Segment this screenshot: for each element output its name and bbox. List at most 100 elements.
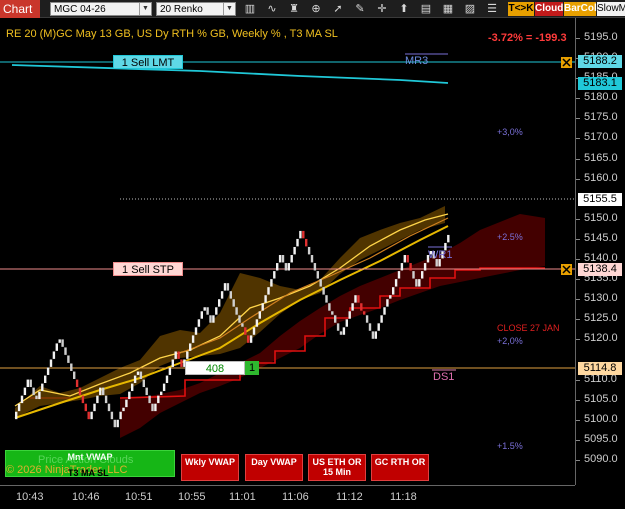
renko-brick <box>15 411 18 420</box>
renko-brick <box>316 271 319 279</box>
pin-icon[interactable]: ⬆ <box>397 2 411 16</box>
sell-stop-order-label[interactable]: 1 Sell STP <box>113 262 183 276</box>
chart-toolbar: Chart MGC 04-26 ▼ 20 Renko ▼ ▥ ∿ ♜ ⊕ ➚ ✎… <box>0 0 625 18</box>
price-tick-mark <box>576 118 580 120</box>
time-tick-label: 10:43 <box>16 491 44 503</box>
renko-brick <box>194 327 198 335</box>
copyright-text: © 2026 NinjaTrader, LLC <box>6 464 128 476</box>
instrument-value: MGC 04-26 <box>54 4 106 15</box>
zoom-in-icon[interactable]: ⊕ <box>309 2 323 16</box>
renko-brick <box>58 339 61 343</box>
gc-rth-or-button[interactable]: GC RTH OR <box>371 454 429 481</box>
price-tick-label: 5175.0 <box>584 111 618 124</box>
day-vwap-button[interactable]: Day VWAP <box>245 454 303 481</box>
renko-brick <box>276 263 279 271</box>
sell-limit-price-box: 5188.2 <box>578 55 622 68</box>
renko-brick <box>29 379 32 388</box>
pct-level-label: +2.5% <box>497 232 523 242</box>
renko-brick <box>305 238 308 247</box>
renko-brick <box>374 331 377 339</box>
chart-title: RE 20 (M)GC May 13 GB, US Dy RTH % GB, W… <box>6 28 338 40</box>
renko-brick <box>377 323 380 331</box>
properties-icon[interactable]: ▤ <box>419 2 433 16</box>
time-tick-label: 11:06 <box>282 491 309 503</box>
time-axis[interactable]: 10:43 10:46 10:51 10:55 11:01 11:06 11:12 11:18 <box>0 485 575 509</box>
renko-brick <box>334 315 337 323</box>
chart-trader-icon[interactable]: ▦ <box>441 2 455 16</box>
renko-brick <box>162 383 166 392</box>
price-tick-mark <box>576 218 580 220</box>
renko-brick <box>270 279 273 287</box>
renko-brick <box>421 271 424 279</box>
tk-toggle-button[interactable]: T<>K <box>508 2 534 16</box>
crosshair-icon[interactable]: ✛ <box>375 2 389 16</box>
orange-cloud <box>15 206 445 418</box>
renko-brick <box>365 315 369 323</box>
price-tick-label: 5195.0 <box>584 31 618 44</box>
renko-brick <box>397 271 401 279</box>
us-eth-or-button[interactable]: US ETH OR 15 Min <box>308 454 366 481</box>
renko-brick <box>226 283 230 291</box>
sell-limit-order-label[interactable]: 1 Sell LMT <box>113 55 183 69</box>
pct-level-label: +1.5% <box>497 441 523 451</box>
renko-brick <box>368 323 372 331</box>
renko-brick <box>46 367 50 375</box>
renko-brick <box>52 351 56 359</box>
period-selector[interactable]: 20 Renko ▼ <box>156 2 236 16</box>
chart-tab[interactable]: Chart <box>0 0 40 18</box>
cloud-toggle-button[interactable]: Cloud <box>535 2 563 16</box>
price-tick-mark <box>576 279 580 281</box>
order-count-badge[interactable]: 1 <box>245 361 259 375</box>
price-tick-label: 5120.0 <box>584 332 618 345</box>
renko-brick <box>290 255 293 263</box>
renko-brick <box>67 355 70 363</box>
order-qty-label[interactable]: 408 <box>185 361 245 375</box>
renko-brick <box>281 255 285 263</box>
indicators-icon[interactable]: ∿ <box>265 2 279 16</box>
renko-brick <box>78 387 82 396</box>
price-tick-mark <box>576 38 580 40</box>
mr3-price-box: 5183.1 <box>578 77 622 90</box>
price-tick-label: 5105.0 <box>584 392 618 405</box>
renko-brick <box>345 319 348 327</box>
pnl-readout: -3.72% = -199.3 <box>488 32 567 44</box>
renko-brick <box>302 230 305 239</box>
chart-panel[interactable]: RE 20 (M)GC May 13 GB, US Dy RTH % GB, W… <box>0 18 575 485</box>
barcol-toggle-button[interactable]: BarCol <box>564 2 597 16</box>
renko-brick <box>197 319 201 327</box>
renko-brick <box>174 351 177 359</box>
renko-brick <box>119 411 122 420</box>
renko-brick <box>403 255 406 263</box>
renko-brick <box>168 367 172 375</box>
price-tick-label: 5095.0 <box>584 432 618 445</box>
price-tick-label: 5165.0 <box>584 151 618 164</box>
instrument-selector[interactable]: MGC 04-26 ▼ <box>50 2 152 16</box>
price-chart[interactable] <box>0 18 575 485</box>
price-tick-label: 5170.0 <box>584 131 618 144</box>
renko-brick <box>186 351 189 359</box>
renko-brick <box>310 255 314 263</box>
renko-brick <box>220 291 224 299</box>
price-tick-mark <box>576 379 580 381</box>
renko-brick <box>354 295 357 303</box>
renko-brick <box>20 395 24 404</box>
wr1-label: WR1 <box>428 249 453 261</box>
renko-brick <box>447 234 450 243</box>
wkly-vwap-button[interactable]: Wkly VWAP <box>181 454 239 481</box>
renko-brick <box>363 311 366 315</box>
strategy-icon[interactable]: ♜ <box>287 2 301 16</box>
renko-brick <box>157 395 160 404</box>
renko-brick <box>99 387 102 396</box>
renko-brick <box>96 395 99 404</box>
renko-brick <box>386 299 389 307</box>
renko-brick <box>284 263 288 271</box>
renko-brick <box>360 303 363 311</box>
cursor-icon[interactable]: ➚ <box>331 2 345 16</box>
bar-chart-icon[interactable]: ▥ <box>243 2 257 16</box>
last-price-box: 5155.5 <box>578 193 622 206</box>
renko-brick <box>336 323 340 331</box>
templates-icon[interactable]: ▨ <box>463 2 477 16</box>
list-icon[interactable]: ☰ <box>485 2 499 16</box>
slowm-toggle-button[interactable]: SlowM <box>597 2 625 16</box>
drawing-tools-icon[interactable]: ✎ <box>353 2 367 16</box>
